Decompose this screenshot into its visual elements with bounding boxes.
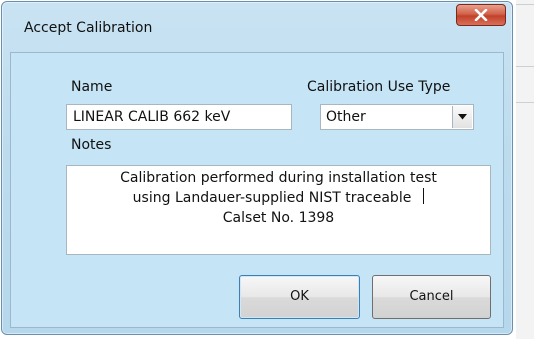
calibration-use-type-select[interactable]: Other: [320, 104, 474, 130]
notes-line: using Landauer-supplied NIST traceable: [132, 190, 412, 206]
notes-line-with-caret: using Landauer-supplied NIST traceable: [67, 188, 490, 208]
divider: [516, 4, 534, 5]
background-app-strip: [516, 0, 534, 339]
notes-textarea[interactable]: Calibration performed during installatio…: [66, 165, 491, 255]
divider: [516, 66, 534, 67]
divider: [516, 102, 534, 103]
cancel-button[interactable]: Cancel: [372, 275, 491, 319]
dialog-body: Name Calibration Use Type LINEAR CALIB 6…: [10, 52, 504, 328]
notes-label: Notes: [71, 137, 112, 153]
name-input[interactable]: LINEAR CALIB 662 keV: [66, 104, 292, 130]
ok-button[interactable]: OK: [239, 275, 360, 319]
chevron-down-icon: [458, 114, 467, 120]
name-label: Name: [71, 79, 113, 95]
dialog-title: Accept Calibration: [24, 20, 153, 36]
dropdown-button[interactable]: [452, 106, 472, 128]
text-cursor: [423, 188, 425, 204]
calibration-use-type-label: Calibration Use Type: [307, 79, 451, 95]
accept-calibration-dialog: Accept Calibration Name Calibration Use …: [1, 1, 513, 335]
close-button[interactable]: [456, 4, 506, 26]
close-x-icon: [474, 9, 488, 21]
selected-use-type: Other: [326, 109, 366, 125]
notes-line: Calset No. 1398: [222, 210, 335, 226]
notes-line: Calibration performed during installatio…: [120, 170, 437, 186]
